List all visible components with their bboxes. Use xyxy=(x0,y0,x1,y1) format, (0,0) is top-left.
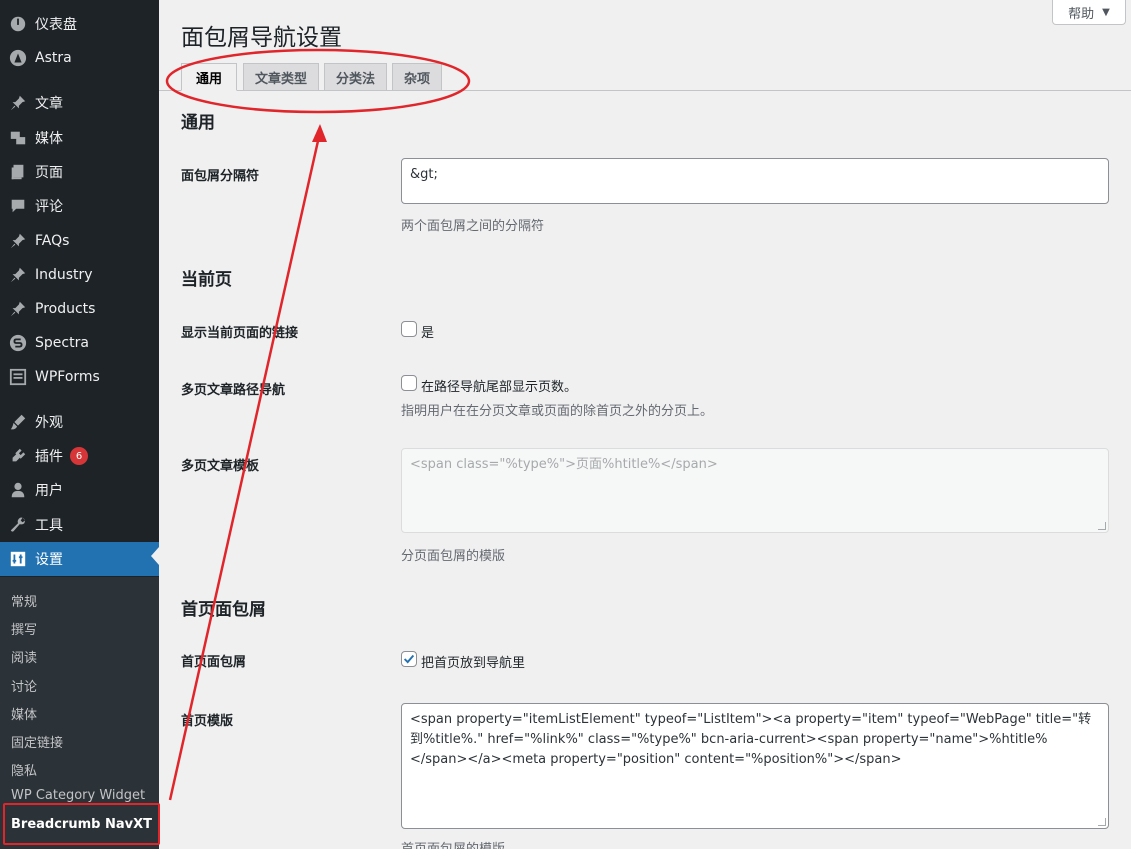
menu-item-label: 用户 xyxy=(35,483,63,499)
tab-taxonomies[interactable]: 分类法 xyxy=(324,63,387,91)
pin-icon xyxy=(8,265,28,285)
wrench-icon xyxy=(8,515,28,535)
home-template-label: 首页模版 xyxy=(181,714,234,729)
menu-item-wpforms[interactable]: WPForms xyxy=(0,360,159,394)
submenu-item-wp-category-widget[interactable]: WP Category Widget xyxy=(11,788,145,803)
page-title: 面包屑导航设置 xyxy=(181,25,342,51)
submenu-item-discussion[interactable]: 讨论 xyxy=(11,676,37,695)
paged-description: 指明用户在在分页文章或页面的除首页之外的分页上。 xyxy=(401,404,714,419)
paged-template-description: 分页面包屑的模版 xyxy=(401,549,506,564)
paged-checkbox-label[interactable]: 在路径导航尾部显示页数。 xyxy=(421,376,577,395)
menu-item-products[interactable]: Products xyxy=(0,292,159,326)
menu-item-label: WPForms xyxy=(35,369,100,385)
home-template-description: 首页面包屑的模版 xyxy=(401,838,505,849)
update-count-badge: 6 xyxy=(70,447,88,465)
settings-icon xyxy=(8,549,28,569)
tab-misc[interactable]: 杂项 xyxy=(392,63,442,91)
menu-item-spectra[interactable]: Spectra xyxy=(0,326,159,360)
paged-template-value: <span class="%type%">页面%htitle%</span> xyxy=(410,457,718,472)
menu-item-label: 插件 xyxy=(35,449,63,465)
menu-item-label: Industry xyxy=(35,267,93,283)
plugin-icon xyxy=(8,446,28,466)
tab-general[interactable]: 通用 xyxy=(181,63,237,91)
menu-item-pages[interactable]: 页面 xyxy=(0,155,159,189)
home-breadcrumb-checkbox[interactable] xyxy=(401,651,417,667)
menu-item-label: Astra xyxy=(35,50,72,66)
menu-item-astra[interactable]: Astra xyxy=(0,41,159,75)
submenu-item-permalinks[interactable]: 固定链接 xyxy=(11,732,63,751)
separator-label: 面包屑分隔符 xyxy=(181,169,260,184)
spectra-icon xyxy=(8,333,28,353)
home-template-value: <span property="itemListElement" typeof=… xyxy=(410,712,1092,767)
menu-item-label: 外观 xyxy=(35,415,63,431)
page-icon xyxy=(8,162,28,182)
dashboard-icon xyxy=(8,14,28,34)
section-heading-general: 通用 xyxy=(181,113,215,133)
pin-icon xyxy=(8,299,28,319)
highlight-box-annotation xyxy=(3,803,160,845)
caret-down-icon: ▼ xyxy=(1102,6,1110,18)
home-template-textarea[interactable]: <span property="itemListElement" typeof=… xyxy=(401,703,1109,829)
menu-item-faqs[interactable]: FAQs xyxy=(0,224,159,258)
menu-item-settings[interactable]: 设置 xyxy=(0,542,159,576)
menu-item-label: 文章 xyxy=(35,96,63,112)
resize-grip-icon[interactable] xyxy=(1098,522,1106,530)
wpforms-icon xyxy=(8,367,28,387)
main-content: 帮助 ▼ 面包屑导航设置 通用 文章类型 分类法 杂项 通用 面包屑分隔符 &g… xyxy=(159,0,1131,849)
menu-item-posts[interactable]: 文章 xyxy=(0,86,159,120)
section-heading-current: 当前页 xyxy=(181,270,232,290)
section-heading-home: 首页面包屑 xyxy=(181,600,266,620)
comment-icon xyxy=(8,196,28,216)
tab-post-types[interactable]: 文章类型 xyxy=(243,63,319,91)
menu-item-label: 评论 xyxy=(35,199,63,215)
menu-item-appearance[interactable]: 外观 xyxy=(0,405,159,439)
menu-item-users[interactable]: 用户 xyxy=(0,473,159,507)
menu-item-label: Spectra xyxy=(35,335,89,351)
submenu-item-reading[interactable]: 阅读 xyxy=(11,647,37,666)
help-button[interactable]: 帮助 ▼ xyxy=(1052,0,1126,25)
submenu-item-general[interactable]: 常规 xyxy=(11,591,37,610)
user-icon xyxy=(8,480,28,500)
menu-item-tools[interactable]: 工具 xyxy=(0,508,159,542)
current-link-checkbox-label[interactable]: 是 xyxy=(421,322,434,341)
menu-item-label: 页面 xyxy=(35,165,63,181)
admin-sidebar: 仪表盘 Astra 文章 媒体 页面 评论 FAQs Industry Prod… xyxy=(0,0,160,849)
home-breadcrumb-checkbox-label[interactable]: 把首页放到导航里 xyxy=(421,652,525,671)
menu-item-label: Products xyxy=(35,301,96,317)
media-icon xyxy=(8,128,28,148)
menu-item-dashboard[interactable]: 仪表盘 xyxy=(0,7,159,41)
menu-item-label: 媒体 xyxy=(35,131,63,147)
menu-item-label: FAQs xyxy=(35,233,70,249)
pin-icon xyxy=(8,93,28,113)
active-menu-arrow xyxy=(151,547,159,565)
resize-grip-icon[interactable] xyxy=(1098,818,1106,826)
submenu-item-writing[interactable]: 撰写 xyxy=(11,619,37,638)
pin-icon xyxy=(8,231,28,251)
current-link-checkbox[interactable] xyxy=(401,321,417,337)
brush-icon xyxy=(8,412,28,432)
menu-item-comments[interactable]: 评论 xyxy=(0,189,159,223)
menu-item-label: 工具 xyxy=(35,518,63,534)
menu-item-media[interactable]: 媒体 xyxy=(0,121,159,155)
help-label: 帮助 xyxy=(1068,6,1095,22)
home-breadcrumb-label: 首页面包屑 xyxy=(181,655,247,670)
menu-item-label: 仪表盘 xyxy=(35,17,77,33)
checkmark-icon xyxy=(403,654,415,664)
astra-icon xyxy=(8,48,28,68)
paged-template-textarea[interactable]: <span class="%type%">页面%htitle%</span> xyxy=(401,448,1109,533)
separator-input[interactable]: &gt; xyxy=(401,158,1109,204)
current-link-label: 显示当前页面的链接 xyxy=(181,326,299,341)
menu-item-plugins[interactable]: 插件 6 xyxy=(0,439,159,473)
paged-checkbox[interactable] xyxy=(401,375,417,391)
submenu-item-privacy[interactable]: 隐私 xyxy=(11,760,37,779)
separator-description: 两个面包屑之间的分隔符 xyxy=(401,219,545,234)
paged-template-label: 多页文章模板 xyxy=(181,459,260,474)
paged-label: 多页文章路径导航 xyxy=(181,383,286,398)
submenu-item-media[interactable]: 媒体 xyxy=(11,704,37,723)
menu-item-label: 设置 xyxy=(35,552,63,568)
menu-item-industry[interactable]: Industry xyxy=(0,258,159,292)
